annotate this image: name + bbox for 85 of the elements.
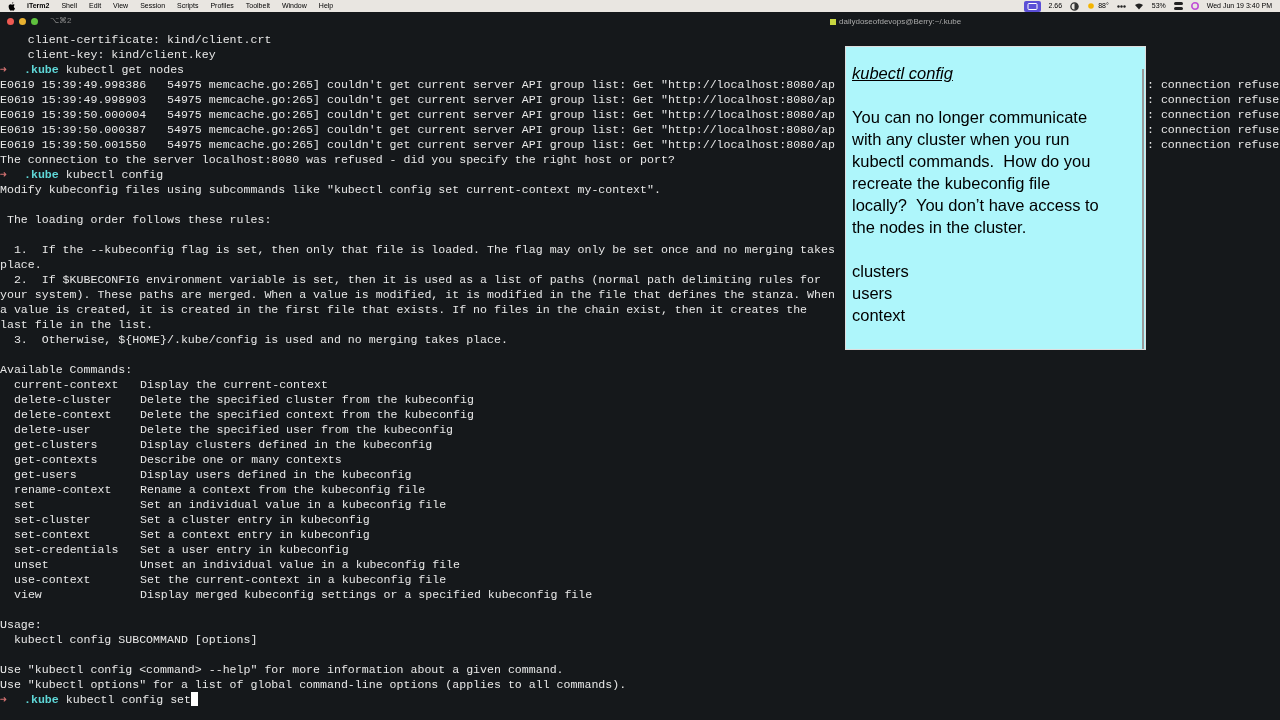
gauge-icon[interactable] (1070, 1, 1080, 11)
output-line: kubectl config SUBCOMMAND [options] (12, 632, 258, 647)
output-line: 2. If $KUBECONFIG environment variable is set, then it is used as a list of paths (normal path delimiting rules for (12, 272, 821, 287)
note-item: users (852, 283, 894, 304)
subcommand-description: Display clusters defined in the kubeconfig (140, 437, 433, 452)
subcommand-name: current-context (13, 377, 120, 392)
output-line: 3. Otherwise, ${HOME}/.kube/config is used and no merging takes place. (12, 332, 508, 347)
more-icon[interactable] (1116, 4, 1126, 8)
output-line: The loading order follows these rules: (5, 212, 272, 227)
subcommand-description: Delete the specified context from the kubeconfig (140, 407, 474, 422)
subcommand-description: Display users defined in the kubeconfig (140, 467, 412, 482)
error-line: : connection refuse (1147, 122, 1280, 137)
subcommand-description: Rename a context from the kubeconfig file (140, 482, 426, 497)
subcommand-name: set-credentials (13, 542, 120, 557)
subcommand-name: get-clusters (13, 437, 99, 452)
output-line: The connection to the server localhost:8080 was refused - did you specify the right host or port? (0, 152, 675, 167)
subcommand-name: unset (13, 557, 50, 572)
close-button[interactable] (7, 17, 14, 25)
folder-icon (830, 19, 836, 25)
subcommand-description: Describe one or many contexts (140, 452, 342, 467)
note-paragraph: You can no longer communicate with any cluster when you run kubectl commands. How do you recreate the kubeconfig file locally? You don’t have access to the nodes in the cluster. (852, 107, 1100, 238)
prompt-arrow: ➜ (0, 62, 8, 77)
subcommand-description: Set a user entry in kubeconfig (140, 542, 349, 557)
subcommand-description: Set a cluster entry in kubeconfig (140, 512, 370, 527)
command-text: kubectl config set (65, 692, 192, 707)
subcommand-name: get-users (13, 467, 78, 482)
output-line: place. (0, 257, 42, 272)
subcommand-name: set (13, 497, 36, 512)
error-line: E0619 15:39:50.000387 54975 memcache.go:265] couldn't get current server API group list: Get "http://localhost:8080/ap (0, 122, 835, 137)
subcommand-description: Unset an individual value in a kubeconfig file (140, 557, 461, 572)
screen-share-icon[interactable] (1023, 0, 1041, 12)
command-text: kubectl get nodes (65, 62, 185, 77)
subcommand-name: get-contexts (13, 452, 99, 467)
output-line: last file in the list. (0, 317, 154, 332)
subcommand-description: Display merged kubeconfig settings or a specified kubeconfig file (140, 587, 593, 602)
window-title: dailydoseofdevops@Berry:~/.kube (839, 16, 962, 28)
error-line: : connection refuse (1147, 92, 1280, 107)
output-line: your system). These paths are merged. When a value is modified, it is modified in the file that defines the stanza. When (0, 287, 835, 302)
prompt-arrow: ➜ (0, 692, 8, 707)
subcommand-name: view (13, 587, 43, 602)
error-line: : connection refuse (1147, 107, 1280, 122)
error-line: E0619 15:39:49.998386 54975 memcache.go:265] couldn't get current server API group list: Get "http://localhost:8080/ap (0, 77, 835, 92)
subcommand-description: Delete the specified user from the kubeconfig (140, 422, 454, 437)
subcommand-description: Display the current-context (140, 377, 328, 392)
subcommand-name: delete-context (13, 407, 113, 422)
prompt-directory: .kube (24, 692, 59, 707)
error-line: : connection refuse (1147, 137, 1280, 152)
error-line: E0619 15:39:50.001550 54975 memcache.go:265] couldn't get current server API group list: Get "http://localhost:8080/ap (0, 137, 835, 152)
output-line: client-certificate: kind/client.crt (26, 32, 272, 47)
output-line: 1. If the --kubeconfig flag is set, then only that file is loaded. The flag may only be set once and no merging takes (12, 242, 835, 257)
scrollbar[interactable] (1142, 69, 1144, 349)
subcommand-name: use-context (13, 572, 92, 587)
wifi-icon[interactable] (1133, 2, 1144, 10)
note-item: clusters (852, 261, 910, 282)
subcommand-description: Set the current-context in a kubeconfig file (140, 572, 447, 587)
output-line: Available Commands: (0, 362, 133, 377)
output-line: client-key: kind/client.key (26, 47, 216, 62)
note-title: kubectl config (852, 63, 954, 84)
subcommand-name: set-context (13, 527, 92, 542)
error-line: : connection refuse (1147, 77, 1280, 92)
subcommand-name: set-cluster (13, 512, 92, 527)
prompt-arrow: ➜ (0, 167, 8, 182)
apple-icon[interactable] (8, 1, 16, 11)
subcommand-name: rename-context (13, 482, 113, 497)
subcommand-name: delete-cluster (13, 392, 113, 407)
subcommand-name: delete-user (13, 422, 92, 437)
output-line: a value is created, it is created in the first file that exists. If no files in the chain exist, then it creates the (0, 302, 808, 317)
prompt-directory: .kube (24, 62, 59, 77)
error-line: E0619 15:39:49.998903 54975 memcache.go:265] couldn't get current server API group list: Get "http://localhost:8080/ap (0, 92, 835, 107)
control-center-icon[interactable] (1173, 2, 1183, 10)
output-line: Usage: (0, 617, 42, 632)
siri-icon[interactable] (1190, 2, 1199, 10)
subcommand-description: Set an individual value in a kubeconfig file (140, 497, 447, 512)
output-line: Modify kubeconfig files using subcommands like "kubectl config set current-context my-context". (0, 182, 661, 197)
error-line: E0619 15:39:50.000004 54975 memcache.go:265] couldn't get current server API group list: Get "http://localhost:8080/ap (0, 107, 835, 122)
note-item: context (852, 305, 907, 326)
subcommand-description: Delete the specified cluster from the kubeconfig (140, 392, 474, 407)
prompt-directory: .kube (24, 167, 59, 182)
output-line: Use "kubectl options" for a list of global command-line options (applies to all commands). (0, 677, 627, 692)
output-line: Use "kubectl config <command> --help" for more information about a given command. (0, 662, 564, 677)
command-text: kubectl config (65, 167, 164, 182)
minimize-button[interactable] (19, 17, 26, 25)
window-shortcut: ⌥⌘2 (50, 15, 72, 27)
zoom-button[interactable] (31, 17, 38, 25)
subcommand-description: Set a context entry in kubeconfig (140, 527, 370, 542)
